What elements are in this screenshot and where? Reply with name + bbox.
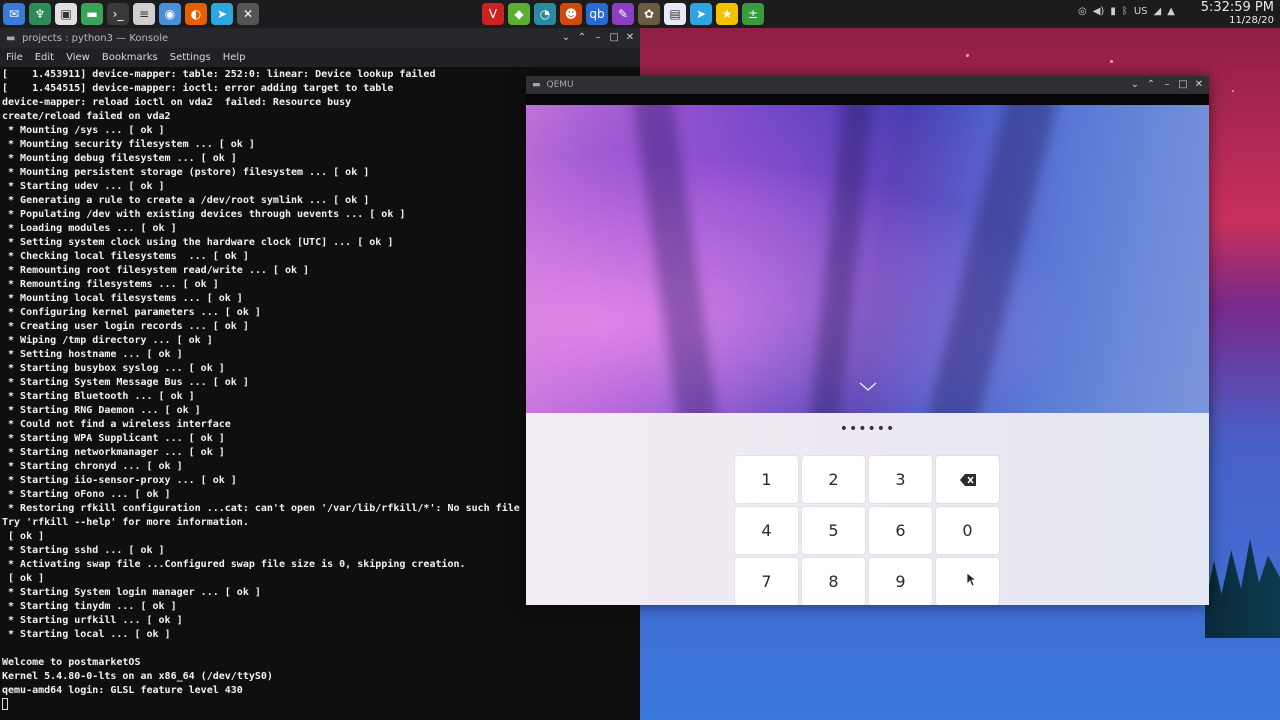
chevron-down-icon[interactable]: ⌄: [1130, 80, 1140, 90]
key-0[interactable]: 0: [936, 507, 999, 554]
store-icon[interactable]: ▣: [55, 3, 77, 25]
color-picker-icon[interactable]: ✎: [612, 3, 634, 25]
calculator-icon[interactable]: ±: [742, 3, 764, 25]
menu-file[interactable]: File: [6, 52, 23, 63]
system-tray: ◎ ◀) ▮ ᛒ US ◢ ▲: [1078, 6, 1175, 17]
wallpaper-streak: [631, 105, 721, 447]
record-icon[interactable]: ◎: [1078, 6, 1087, 17]
terminal-line: qemu-amd64 login: GLSL feature level 430: [2, 685, 243, 696]
backspace-icon: [959, 473, 976, 486]
window-menu-icon[interactable]: ▬: [532, 80, 541, 90]
kde-connect-icon[interactable]: ♆: [29, 3, 51, 25]
pin-entry-panel: •••••• 123 4560 789: [526, 413, 1209, 605]
key-7[interactable]: 7: [735, 558, 798, 605]
qemu-titlebar[interactable]: ▬ QEMU ⌄ ⌃ – □ ✕: [526, 76, 1209, 94]
keyboard-layout-icon[interactable]: US: [1134, 6, 1148, 17]
bluetooth-icon[interactable]: ᛒ: [1122, 6, 1128, 17]
konsole-menubar: File Edit View Bookmarks Settings Help: [0, 48, 640, 67]
menu-settings[interactable]: Settings: [170, 52, 211, 63]
menu-view[interactable]: View: [66, 52, 90, 63]
minimize-button[interactable]: –: [1162, 80, 1172, 90]
keep-above-icon[interactable]: ⌃: [1146, 80, 1156, 90]
wallpaper-star: [1110, 60, 1113, 63]
qemu-title: QEMU: [546, 80, 574, 90]
task-manager: V ◆ ◔ ☻ qb ✎ ✿ ▤ ➤ ★ ±: [482, 3, 764, 25]
folder-icon[interactable]: ▬: [81, 3, 103, 25]
close-button[interactable]: ✕: [625, 33, 635, 43]
document-icon[interactable]: ▤: [664, 3, 686, 25]
window-title: projects : python3 — Konsole: [22, 32, 169, 44]
wifi-icon[interactable]: ◢: [1154, 6, 1162, 17]
wallpaper-streak: [923, 105, 1059, 446]
firefox-icon[interactable]: ◐: [185, 3, 207, 25]
terminal-line: * Starting local ... [ ok ]: [2, 629, 171, 640]
terminal-line: Kernel 5.4.80-0-lts on an x86_64 (/dev/t…: [2, 671, 273, 682]
wallpaper-star: [966, 54, 969, 57]
qbittorrent-icon[interactable]: qb: [586, 3, 608, 25]
menu-edit[interactable]: Edit: [35, 52, 54, 63]
star-icon[interactable]: ★: [716, 3, 738, 25]
backspace-button[interactable]: [936, 456, 999, 503]
key-5[interactable]: 5: [802, 507, 865, 554]
chevron-down-icon[interactable]: [858, 377, 878, 397]
wallpaper-star: [1232, 90, 1234, 92]
pin-dots: ••••••: [839, 421, 896, 437]
pin-keypad: 123 4560 789: [735, 456, 999, 605]
key-9[interactable]: 9: [869, 558, 932, 605]
terminal-cursor-line: [2, 698, 640, 712]
wallpaper-hills: [1205, 539, 1280, 638]
menu-help[interactable]: Help: [223, 52, 246, 63]
robot-icon[interactable]: ☻: [560, 3, 582, 25]
close-window-icon[interactable]: ✕: [237, 3, 259, 25]
key-6[interactable]: 6: [869, 507, 932, 554]
clock-date: 11/28/20: [1229, 15, 1274, 26]
key-3[interactable]: 3: [869, 456, 932, 503]
clock-time: 5:32:59 PM: [1200, 0, 1274, 15]
maximize-button[interactable]: □: [1178, 80, 1188, 90]
terminal-line: * Starting urfkill ... [ ok ]: [2, 615, 183, 626]
keep-above-icon[interactable]: ⌃: [577, 33, 587, 43]
qemu-screen-top-bar: [526, 94, 1209, 105]
top-panel: ✉ ♆ ▣ ▬ ›_ ≡ ◉ ◐ ➤ ✕ V ◆ ◔ ☻ qb ✎ ✿ ▤ ➤ ★ ± ◎ ◀) ▮ ᛒ US ◢ ▲ 5:32:…: [0, 0, 1280, 28]
close-button[interactable]: ✕: [1194, 80, 1204, 90]
key-1[interactable]: 1: [735, 456, 798, 503]
launcher-icons: ✉ ♆ ▣ ▬ ›_ ≡ ◉ ◐ ➤ ✕: [0, 3, 259, 25]
gauge-icon[interactable]: ◔: [534, 3, 556, 25]
chevron-down-icon[interactable]: ⌄: [561, 33, 571, 43]
konsole-titlebar[interactable]: ▬ projects : python3 — Konsole ⌄ ⌃ – □ ✕: [0, 28, 640, 48]
lockscreen-wallpaper: [526, 105, 1209, 447]
telegram-task-icon[interactable]: ➤: [690, 3, 712, 25]
file-manager-icon[interactable]: ≡: [133, 3, 155, 25]
text-cursor: [2, 698, 8, 710]
gimp-icon[interactable]: ✿: [638, 3, 660, 25]
terminal-icon[interactable]: ›_: [107, 3, 129, 25]
qemu-window: ▬ QEMU ⌄ ⌃ – □ ✕ •••••• 123 4560 789: [526, 76, 1209, 605]
qemu-display[interactable]: •••••• 123 4560 789: [526, 105, 1209, 605]
vivaldi-icon[interactable]: V: [482, 3, 504, 25]
telegram-icon[interactable]: ➤: [211, 3, 233, 25]
menu-bookmarks[interactable]: Bookmarks: [102, 52, 158, 63]
terminal-line: Welcome to postmarketOS: [2, 657, 141, 668]
globe-icon[interactable]: ◉: [159, 3, 181, 25]
mail-icon[interactable]: ✉: [3, 3, 25, 25]
digital-clock[interactable]: 5:32:59 PM 11/28/20: [1201, 0, 1274, 27]
cube-icon[interactable]: ◆: [508, 3, 530, 25]
key-4[interactable]: 4: [735, 507, 798, 554]
key-8[interactable]: 8: [802, 558, 865, 605]
key-2[interactable]: 2: [802, 456, 865, 503]
mouse-cursor-icon: [967, 573, 977, 587]
minimize-button[interactable]: –: [593, 33, 603, 43]
terminal-icon: ▬: [6, 32, 16, 44]
volume-icon[interactable]: ◀): [1093, 6, 1105, 17]
battery-icon[interactable]: ▮: [1110, 6, 1116, 17]
maximize-button[interactable]: □: [609, 33, 619, 43]
tray-expand-icon[interactable]: ▲: [1167, 6, 1175, 17]
